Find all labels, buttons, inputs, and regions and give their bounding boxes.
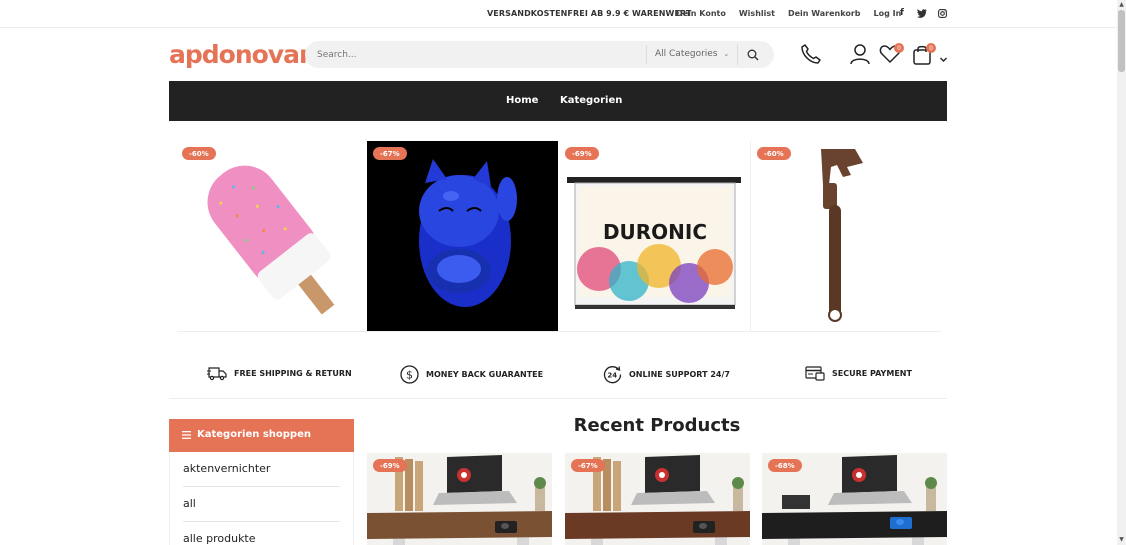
twitter-icon[interactable] — [917, 7, 927, 19]
projector-screen-image: DURONIC — [567, 177, 741, 309]
product-tile-projector-screen[interactable]: DURONIC -69% — [559, 141, 749, 331]
free-shipping-promo: VERSANDKOSTENFREI AB 9.9 € WARENWERT — [487, 9, 692, 18]
category-item[interactable]: alle produkte — [183, 532, 340, 545]
top-links: Dein Konto Wishlist Dein Warenkorb Log I… — [676, 9, 901, 18]
page-scrollbar[interactable]: ▲ ▼ — [1117, 0, 1126, 545]
feature-label: FREE SHIPPING & RETURN — [234, 368, 352, 378]
shop-categories-title: Kategorien shoppen — [197, 429, 311, 440]
search-bar: All Categories ⌄ — [305, 41, 774, 68]
discount-badge: -67% — [571, 459, 605, 472]
recent-product-card[interactable]: -68% — [762, 453, 947, 545]
shop-categories-header[interactable]: Kategorien shoppen — [169, 419, 354, 452]
main-nav: Home Kategorien — [169, 81, 947, 121]
social-links: f — [897, 7, 947, 19]
phone-icon[interactable] — [800, 43, 822, 65]
discount-badge: -69% — [373, 459, 407, 472]
category-item[interactable]: all — [183, 497, 340, 510]
dollar-icon: $ — [400, 365, 419, 384]
feature-shipping: FREE SHIPPING & RETURN — [207, 365, 352, 381]
svg-text:24: 24 — [607, 372, 617, 380]
cart-link[interactable]: Dein Warenkorb — [788, 9, 861, 18]
lucky-cat-image — [419, 159, 517, 307]
recent-product-card[interactable]: -69% — [367, 453, 552, 545]
discount-badge: -60% — [757, 147, 791, 160]
pipe-wrench-image — [821, 149, 863, 322]
menu-icon — [182, 431, 191, 439]
feature-label: SECURE PAYMENT — [832, 368, 912, 378]
duronic-logo: DURONIC — [603, 220, 707, 244]
wishlist-count-badge: 0 — [894, 43, 904, 53]
discount-badge: -69% — [565, 147, 599, 160]
scroll-down-icon[interactable]: ▼ — [1118, 536, 1125, 543]
svg-text:$: $ — [406, 369, 413, 382]
recent-products-title: Recent Products — [573, 415, 741, 436]
nav-kategorien[interactable]: Kategorien — [560, 95, 622, 106]
scrollbar-thumb[interactable] — [1118, 10, 1125, 72]
cart-count-badge: 0 — [926, 43, 936, 53]
search-input[interactable] — [317, 47, 637, 63]
feature-money-back: $ MONEY BACK GUARANTEE — [400, 365, 543, 384]
category-list: aktenvernichter all alle produkte — [169, 452, 354, 545]
feature-support: 24 ONLINE SUPPORT 24/7 — [603, 365, 730, 384]
facebook-icon[interactable]: f — [897, 7, 907, 19]
nav-home[interactable]: Home — [506, 95, 538, 106]
account-link[interactable]: Dein Konto — [676, 9, 726, 18]
payment-icon — [805, 366, 825, 381]
scroll-up-icon[interactable]: ▲ — [1118, 1, 1125, 8]
divider — [177, 331, 941, 332]
feature-payment: SECURE PAYMENT — [805, 365, 912, 381]
account-icon[interactable] — [849, 43, 871, 65]
product-tile-pipe-wrench[interactable]: -60% — [750, 141, 941, 331]
product-tile-lucky-cat[interactable]: -67% — [367, 141, 558, 331]
site-logo[interactable]: apdonovan — [169, 40, 317, 69]
category-select[interactable]: All Categories ⌄ — [646, 45, 734, 64]
cart-chevron-down-icon[interactable] — [939, 49, 948, 62]
discount-badge: -67% — [373, 147, 407, 160]
category-item[interactable]: aktenvernichter — [183, 462, 340, 475]
divider — [183, 521, 340, 522]
top-bar: VERSANDKOSTENFREI AB 9.9 € WARENWERT Dei… — [0, 0, 1117, 28]
recent-product-card[interactable]: -67% — [565, 453, 750, 545]
discount-badge: -68% — [768, 459, 802, 472]
support-24-icon: 24 — [603, 366, 622, 384]
product-tile-popsicle[interactable]: -60% — [176, 141, 364, 331]
search-button[interactable] — [737, 44, 767, 65]
instagram-icon[interactable] — [937, 7, 947, 19]
search-icon — [747, 49, 758, 60]
feature-label: MONEY BACK GUARANTEE — [426, 370, 544, 379]
category-select-label: All Categories — [655, 49, 718, 59]
chevron-down-icon: ⌄ — [723, 50, 730, 58]
discount-badge: -60% — [182, 147, 216, 160]
wishlist-link[interactable]: Wishlist — [739, 9, 775, 18]
popsicle-pillow-image — [207, 165, 335, 315]
divider — [183, 486, 340, 487]
divider — [169, 398, 947, 399]
truck-icon — [207, 367, 227, 381]
feature-label: ONLINE SUPPORT 24/7 — [629, 370, 730, 379]
